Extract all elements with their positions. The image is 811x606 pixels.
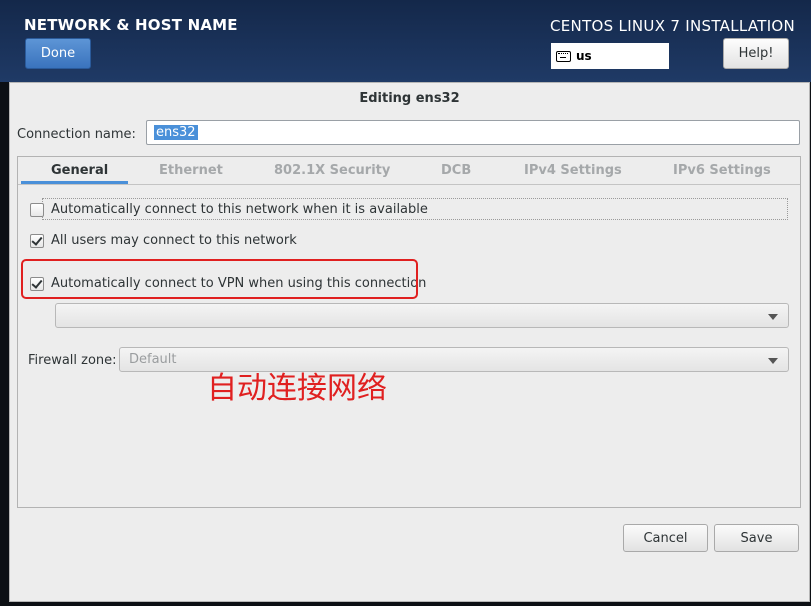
active-tab-indicator bbox=[21, 181, 128, 184]
all-users-label: All users may connect to this network bbox=[51, 233, 297, 248]
chevron-down-icon bbox=[768, 314, 778, 320]
firewall-zone-value: Default bbox=[129, 352, 177, 367]
keyboard-layout-label: us bbox=[576, 49, 592, 63]
connection-name-value: ens32 bbox=[154, 125, 198, 140]
auto-connect-label: Automatically connect to this network wh… bbox=[51, 202, 428, 217]
connection-name-label: Connection name: bbox=[17, 127, 136, 142]
installation-title: CENTOS LINUX 7 INSTALLATION bbox=[550, 17, 796, 35]
help-button[interactable]: Help! bbox=[723, 38, 789, 69]
annotation-highlight-box bbox=[21, 259, 418, 299]
auto-connect-row[interactable]: Automatically connect to this network wh… bbox=[30, 202, 428, 217]
tab-ipv4-settings[interactable]: IPv4 Settings bbox=[524, 163, 622, 178]
all-users-checkbox[interactable] bbox=[30, 233, 44, 248]
settings-notebook: General Ethernet 802.1X Security DCB IPv… bbox=[17, 156, 801, 508]
edit-connection-dialog: Editing ens32 Connection name: ens32 Gen… bbox=[9, 82, 810, 602]
tab-bar: General Ethernet 802.1X Security DCB IPv… bbox=[18, 157, 800, 185]
keyboard-icon bbox=[556, 50, 571, 62]
tab-dcb[interactable]: DCB bbox=[441, 163, 471, 178]
firewall-zone-label: Firewall zone: bbox=[28, 353, 117, 368]
connection-name-input[interactable]: ens32 bbox=[146, 120, 800, 145]
dialog-title: Editing ens32 bbox=[359, 91, 460, 106]
cancel-button[interactable]: Cancel bbox=[623, 524, 708, 552]
done-button[interactable]: Done bbox=[25, 38, 91, 69]
annotation-text: 自动连接网络 bbox=[207, 371, 387, 406]
keyboard-layout-indicator[interactable]: us bbox=[551, 43, 669, 69]
chevron-down-icon bbox=[768, 358, 778, 364]
tab-ethernet[interactable]: Ethernet bbox=[159, 163, 223, 178]
auto-connect-checkbox[interactable] bbox=[30, 202, 44, 217]
tab-8021x-security[interactable]: 802.1X Security bbox=[274, 163, 390, 178]
tab-ipv6-settings[interactable]: IPv6 Settings bbox=[673, 163, 771, 178]
tab-general[interactable]: General bbox=[51, 163, 108, 178]
spoke-title: NETWORK & HOST NAME bbox=[24, 16, 238, 34]
vpn-connection-select[interactable] bbox=[55, 303, 789, 328]
top-bar: NETWORK & HOST NAME Done CENTOS LINUX 7 … bbox=[0, 0, 811, 82]
all-users-row[interactable]: All users may connect to this network bbox=[30, 233, 297, 248]
save-button[interactable]: Save bbox=[714, 524, 799, 552]
